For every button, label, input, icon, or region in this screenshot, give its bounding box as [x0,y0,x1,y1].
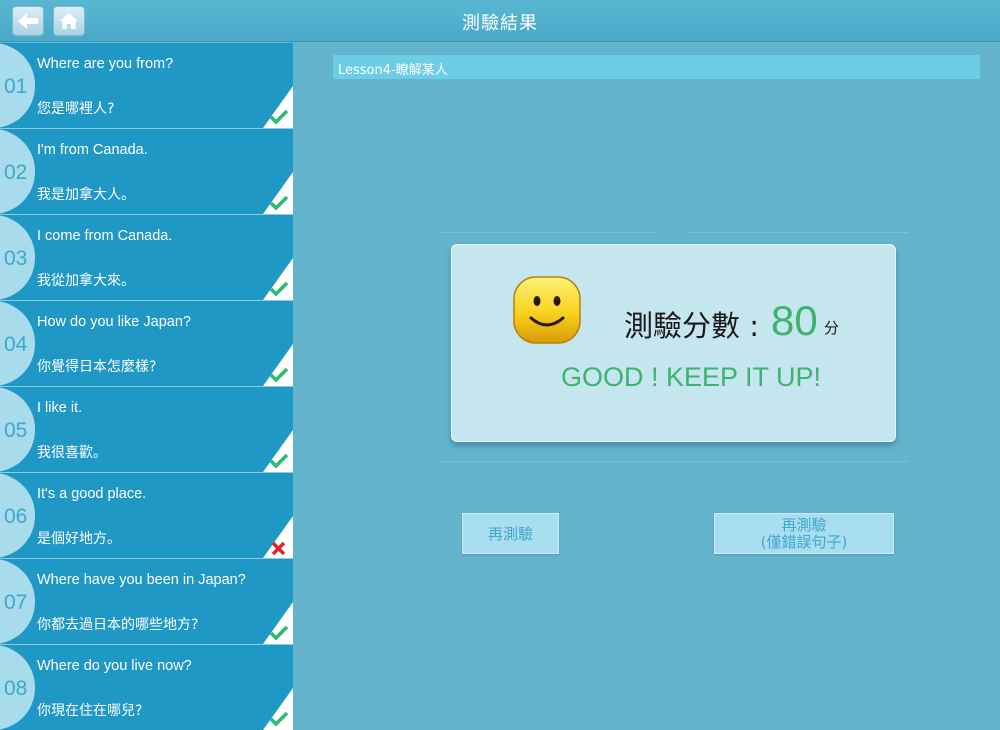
question-chinese: 我從加拿大來。 [37,273,135,289]
retest-wrong-label: 再測驗 [781,516,827,534]
page-title: 測驗結果 [462,13,538,34]
question-chinese: 我是加拿大人。 [37,187,135,203]
score-message: GOOD ! KEEP IT UP! [560,362,822,392]
question-english: Where are you from? [37,56,174,72]
question-item-06[interactable]: 06 It's a good place. 是個好地方。 [0,473,293,558]
question-item-01[interactable]: 01 Where are you from? 您是哪裡人? [0,43,293,128]
divider-line [688,232,908,233]
retest-wrong-only-button[interactable]: 再測驗 (僅錯誤句子) [714,513,894,554]
question-item-08[interactable]: 08 Where do you live now? 你現在住在哪兒? [0,645,293,730]
question-chinese: 您是哪裡人? [37,101,115,117]
check-icon [263,688,293,730]
question-list: 01 Where are you from? 您是哪裡人? 02 I'm fro… [0,43,293,730]
cross-icon [263,516,293,558]
question-chinese: 是個好地方。 [37,531,121,547]
check-icon [263,430,293,472]
question-number: 06 [4,505,28,528]
question-number: 07 [4,591,28,614]
lesson-label: Lesson4-瞭解某人 [338,63,448,78]
question-item-04[interactable]: 04 How do you like Japan? 你覺得日本怎麼樣? [0,301,293,386]
question-english: Where have you been in Japan? [37,572,246,588]
question-item-02[interactable]: 02 I'm from Canada. 我是加拿大人。 [0,129,293,214]
question-number: 04 [4,333,28,356]
question-english: How do you like Japan? [37,314,191,330]
retest-button[interactable]: 再測驗 [462,513,559,554]
lesson-bar: Lesson4-瞭解某人 [333,55,980,79]
result-card: 測驗分數 : 80 分 GOOD ! KEEP IT UP! [451,244,896,442]
question-number: 02 [4,161,28,184]
question-chinese: 我很喜歡。 [37,445,107,461]
check-icon [263,86,293,128]
smiley-face-icon [513,276,581,344]
question-english: I come from Canada. [37,228,173,244]
score-label: 測驗分數 : [624,309,759,343]
question-number: 01 [4,75,28,98]
question-number: 08 [4,677,28,700]
question-english: I'm from Canada. [37,142,148,158]
divider-line [440,232,655,233]
divider-line [440,461,908,462]
check-icon [263,172,293,214]
question-chinese: 你覺得日本怎麼樣? [37,359,157,375]
question-number: 03 [4,247,28,270]
check-icon [263,344,293,386]
check-icon [263,258,293,300]
top-bar: 測驗結果 [0,0,1000,42]
question-english: It's a good place. [37,486,147,502]
check-icon [263,602,293,644]
question-number: 05 [4,419,28,442]
question-item-07[interactable]: 07 Where have you been in Japan? 你都去過日本的… [0,559,293,644]
question-english: Where do you live now? [37,658,192,674]
retest-wrong-sublabel: (僅錯誤句子) [760,533,848,551]
question-item-05[interactable]: 05 I like it. 我很喜歡。 [0,387,293,472]
question-english: I like it. [37,400,83,416]
score-unit: 分 [824,319,840,337]
score-value: 80 [771,297,818,344]
question-item-03[interactable]: 03 I come from Canada. 我從加拿大來。 [0,215,293,300]
question-chinese: 你都去過日本的哪些地方? [37,617,199,633]
question-chinese: 你現在住在哪兒? [37,703,143,719]
